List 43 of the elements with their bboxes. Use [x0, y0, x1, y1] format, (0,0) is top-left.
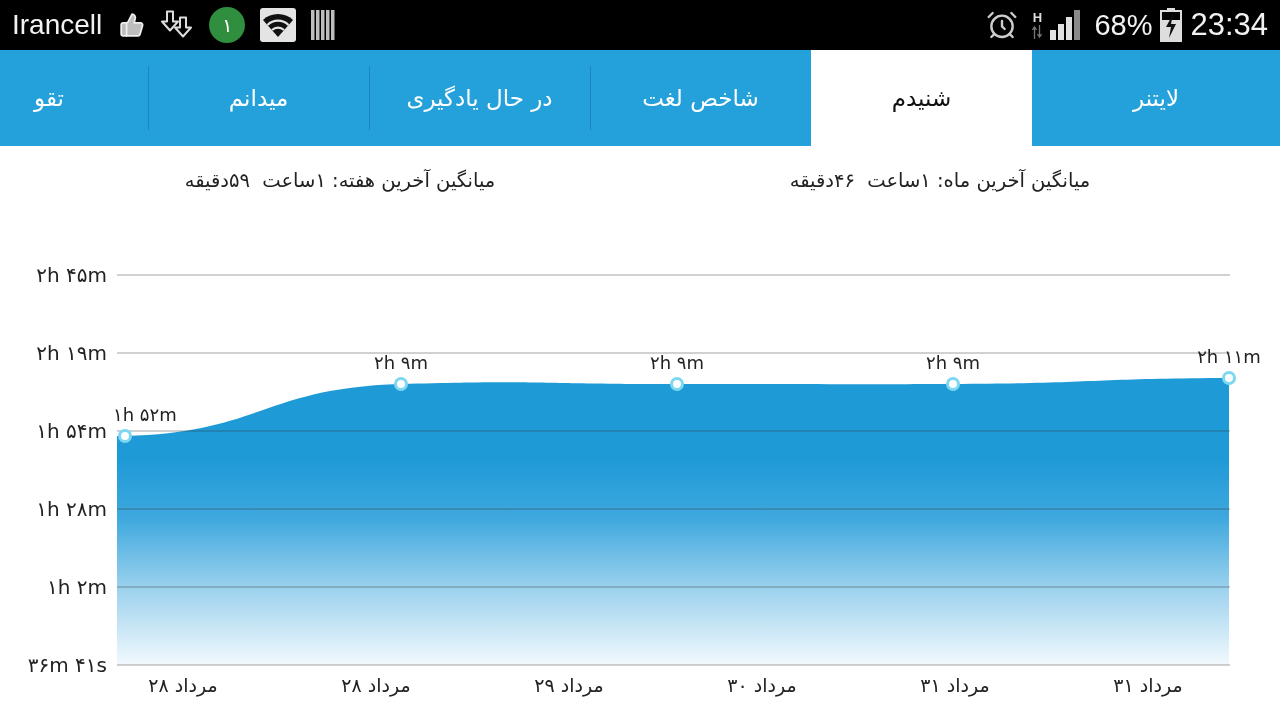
- y-axis-label: ۲h ۴۵m: [36, 263, 107, 287]
- x-axis-label: ۳۰ مرداد: [727, 674, 797, 696]
- average-time-text: میانگین آخرین هفته: ۱ساعت ۵۹دقیقه: [184, 169, 496, 192]
- point-value-label: ۱h ۵۲m: [113, 404, 177, 425]
- y-axis-label: ۱h ۲m: [47, 575, 107, 599]
- data-point: [118, 429, 132, 443]
- battery-charging-icon: [1160, 8, 1183, 42]
- network-type: H: [1032, 11, 1043, 24]
- data-point: [394, 377, 408, 391]
- x-axis-label: ۲۹ مرداد: [534, 674, 604, 696]
- data-point: [670, 377, 684, 391]
- tab[interactable]: تقو: [0, 50, 148, 146]
- tab[interactable]: در حال یادگیری: [369, 50, 590, 146]
- data-point: [946, 377, 960, 391]
- signal-bars-icon: [1050, 10, 1081, 40]
- y-axis-label: ۱h ۲۸m: [36, 497, 107, 521]
- average-time-text: میانگین آخرین ماه: ۱ساعت ۴۶دقیقه: [789, 169, 1091, 192]
- thumbs-up-icon: [119, 12, 146, 38]
- tab[interactable]: شاخص لغت: [590, 50, 811, 146]
- y-axis-label: ۳۶m ۴۱s: [27, 653, 107, 677]
- x-axis-label: ۳۱ مرداد: [920, 674, 990, 696]
- x-axis-label: ۲۸ مرداد: [148, 674, 218, 696]
- battery-percent: 68%: [1094, 8, 1153, 42]
- tab[interactable]: میدانم: [148, 50, 369, 146]
- tab[interactable]: شنیدم: [811, 50, 1032, 146]
- vertical-bars-icon: [311, 10, 337, 40]
- data-point: [1222, 371, 1236, 385]
- point-value-label: ۲h ۹m: [926, 352, 980, 373]
- up-down-arrows-icon: [1032, 25, 1043, 39]
- alarm-clock-icon: [986, 9, 1019, 41]
- x-axis-label: ۳۱ مرداد: [1113, 674, 1183, 696]
- x-axis-label: ۲۸ مرداد: [341, 674, 411, 696]
- point-value-label: ۲h ۹m: [374, 352, 428, 373]
- y-axis-label: ۱h ۵۴m: [36, 419, 107, 443]
- tab[interactable]: لایتنر: [1032, 50, 1280, 146]
- wifi-icon: [260, 8, 297, 42]
- carrier-name: Irancell: [12, 9, 103, 41]
- clock-time: 23:34: [1190, 7, 1268, 43]
- point-value-label: ۲h ۹m: [650, 352, 704, 373]
- double-down-arrows-icon: [160, 10, 195, 40]
- point-value-label: ۲h ۱۱m: [1197, 346, 1261, 367]
- notification-count: ۱: [209, 7, 246, 43]
- y-axis-label: ۲h ۱۹m: [36, 341, 107, 365]
